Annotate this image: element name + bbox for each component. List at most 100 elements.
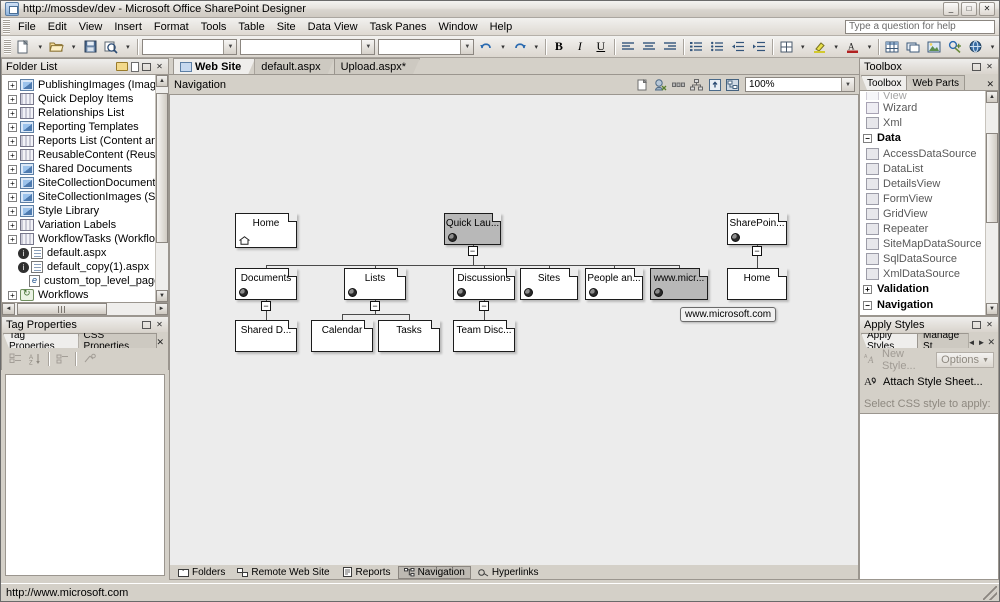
menu-format[interactable]: Format bbox=[148, 19, 195, 35]
scroll-tabs-left-icon[interactable]: ◄ bbox=[968, 338, 976, 347]
save-icon[interactable] bbox=[80, 37, 100, 57]
new-style-button[interactable]: AA New Style... bbox=[864, 348, 932, 372]
align-left-icon[interactable] bbox=[618, 37, 638, 57]
expand-icon[interactable]: + bbox=[8, 108, 17, 118]
site-map-node-documents[interactable]: Documents bbox=[235, 268, 297, 300]
underline-button[interactable]: U bbox=[591, 37, 611, 57]
hscroll-thumb[interactable] bbox=[17, 303, 107, 315]
menu-grip[interactable] bbox=[3, 19, 10, 34]
site-map-node-team-disc[interactable]: Team Disc... bbox=[453, 320, 515, 352]
toolbox-item-wizard[interactable]: Wizard bbox=[860, 100, 985, 115]
tab-tag-properties[interactable]: Tag Properties bbox=[3, 333, 79, 348]
scroll-left-icon[interactable]: ◄ bbox=[2, 303, 15, 315]
collapse-toggle[interactable]: − bbox=[261, 301, 271, 311]
minimize-button[interactable]: _ bbox=[943, 2, 959, 16]
expand-icon[interactable]: + bbox=[863, 284, 872, 294]
folder-row-shared-documents[interactable]: + Shared Documents bbox=[4, 162, 155, 176]
expand-icon[interactable]: + bbox=[8, 122, 17, 132]
insert-hyperlink-icon[interactable] bbox=[945, 37, 965, 57]
folder-row-reusablecontent[interactable]: + ReusableContent (Reusable C bbox=[4, 148, 155, 162]
numbered-list-icon[interactable] bbox=[686, 37, 706, 57]
scroll-tabs-right-icon[interactable]: ► bbox=[978, 338, 986, 347]
collapse-toggle[interactable]: − bbox=[752, 246, 762, 256]
site-map-node-discussions[interactable]: Discussions bbox=[453, 268, 515, 300]
folder-row-quick-deploy-items[interactable]: + Quick Deploy Items bbox=[4, 92, 155, 106]
tab-web-parts[interactable]: Web Parts bbox=[906, 75, 965, 90]
expand-icon[interactable]: + bbox=[8, 94, 17, 104]
increase-indent-icon[interactable] bbox=[749, 37, 769, 57]
folder-row-reports-list[interactable]: + Reports List (Content and Stru bbox=[4, 134, 155, 148]
chevron-down-icon[interactable]: ▼ bbox=[223, 39, 237, 54]
tab-css-properties[interactable]: CSS Properties bbox=[77, 333, 158, 348]
align-center-icon[interactable] bbox=[639, 37, 659, 57]
folder-row-default-aspx[interactable]: i default.aspx bbox=[4, 246, 155, 260]
style-combo[interactable]: ▼ bbox=[141, 38, 238, 55]
close-tab-icon[interactable]: ✕ bbox=[986, 79, 998, 90]
insert-picture-icon[interactable] bbox=[924, 37, 944, 57]
close-button[interactable]: ✕ bbox=[979, 2, 995, 16]
site-map-node-www-micr[interactable]: www.micr... bbox=[650, 268, 708, 300]
site-map-node-quick-launch[interactable]: Quick Lau... bbox=[444, 213, 501, 245]
tab-upload-aspx[interactable]: Upload.aspx* bbox=[334, 58, 420, 74]
folder-row-workflowtasks[interactable]: + WorkflowTasks (Workflow Task bbox=[4, 232, 155, 246]
menu-insert[interactable]: Insert bbox=[108, 19, 148, 35]
chevron-down-icon[interactable]: ▼ bbox=[361, 39, 375, 54]
chevron-down-icon[interactable]: ▼ bbox=[460, 39, 474, 54]
toolbar-overflow-icon[interactable]: ▾ bbox=[987, 37, 998, 57]
menu-site[interactable]: Site bbox=[271, 19, 302, 35]
site-map-node-calendar[interactable]: Calendar bbox=[311, 320, 373, 352]
alphabetical-sort-icon[interactable]: AZ bbox=[26, 351, 44, 367]
scroll-down-icon[interactable]: ▼ bbox=[986, 303, 998, 315]
folder-row-relationships-list[interactable]: + Relationships List bbox=[4, 106, 155, 120]
close-panel-icon[interactable]: ✕ bbox=[154, 61, 165, 72]
undo-dropdown-icon[interactable]: ▾ bbox=[497, 37, 508, 57]
maximize-panel-icon[interactable] bbox=[972, 62, 981, 71]
menu-window[interactable]: Window bbox=[432, 19, 483, 35]
subtree-icon[interactable] bbox=[689, 77, 704, 92]
options-button[interactable]: Options ▼ bbox=[936, 352, 994, 368]
chevron-down-icon[interactable]: ▼ bbox=[982, 357, 989, 364]
maximize-button[interactable]: □ bbox=[961, 2, 977, 16]
web-component-icon[interactable] bbox=[966, 37, 986, 57]
view-subtree-icon[interactable] bbox=[725, 77, 740, 92]
resize-grip[interactable] bbox=[983, 585, 997, 600]
vscroll-thumb[interactable] bbox=[986, 133, 998, 223]
folder-list-hscrollbar[interactable]: ◄ ► bbox=[2, 302, 168, 315]
toolbox-group-validation[interactable]: + Validation bbox=[860, 281, 985, 297]
collapse-toggle[interactable]: − bbox=[370, 301, 380, 311]
close-panel-icon[interactable]: ✕ bbox=[984, 319, 995, 330]
borders-icon[interactable] bbox=[776, 37, 796, 57]
collapse-icon[interactable]: − bbox=[863, 133, 872, 143]
css-style-list[interactable] bbox=[859, 413, 999, 580]
toolbox-item-formview[interactable]: FormView bbox=[860, 191, 985, 206]
site-map-node-sites[interactable]: Sites bbox=[520, 268, 578, 300]
zoom-level-combo[interactable]: 100% ▼ bbox=[745, 77, 855, 92]
view-tab-folders[interactable]: Folders bbox=[173, 566, 230, 579]
vscroll-track[interactable] bbox=[156, 87, 168, 290]
toolbox-item-xml[interactable]: Xml bbox=[860, 115, 985, 130]
close-panel-icon[interactable]: ✕ bbox=[154, 319, 165, 330]
toolbox-item-accessdatasource[interactable]: AccessDataSource bbox=[860, 146, 985, 161]
undo-icon[interactable] bbox=[476, 37, 496, 57]
site-map-node-home-top[interactable]: Home bbox=[235, 213, 297, 248]
expand-icon[interactable]: + bbox=[8, 192, 17, 202]
folder-row-variation-labels[interactable]: + Variation Labels bbox=[4, 218, 155, 232]
new-page-icon[interactable] bbox=[131, 61, 139, 72]
preview-in-browser-icon[interactable] bbox=[101, 37, 121, 57]
site-map-node-shared-d[interactable]: Shared D... bbox=[235, 320, 297, 352]
highlight-dropdown-icon[interactable]: ▾ bbox=[830, 37, 841, 57]
menu-help[interactable]: Help bbox=[484, 19, 519, 35]
scroll-right-icon[interactable]: ► bbox=[155, 303, 168, 315]
expand-icon[interactable]: + bbox=[8, 150, 17, 160]
collapse-toggle[interactable]: − bbox=[479, 301, 489, 311]
site-map-node-home-right[interactable]: Home bbox=[727, 268, 787, 300]
set-properties-icon[interactable] bbox=[53, 351, 71, 367]
site-map-node-sharepoint[interactable]: SharePoin... bbox=[727, 213, 787, 245]
new-page-dropdown-icon[interactable]: ▾ bbox=[35, 37, 46, 57]
attach-style-sheet-button[interactable]: A Attach Style Sheet... bbox=[864, 374, 983, 390]
tab-default-aspx[interactable]: default.aspx bbox=[254, 58, 334, 74]
expand-icon[interactable]: + bbox=[8, 80, 17, 90]
toolbox-group-navigation[interactable]: − Navigation bbox=[860, 297, 985, 313]
folder-row-workflows[interactable]: + Workflows bbox=[4, 288, 155, 302]
maximize-panel-icon[interactable] bbox=[972, 320, 981, 329]
